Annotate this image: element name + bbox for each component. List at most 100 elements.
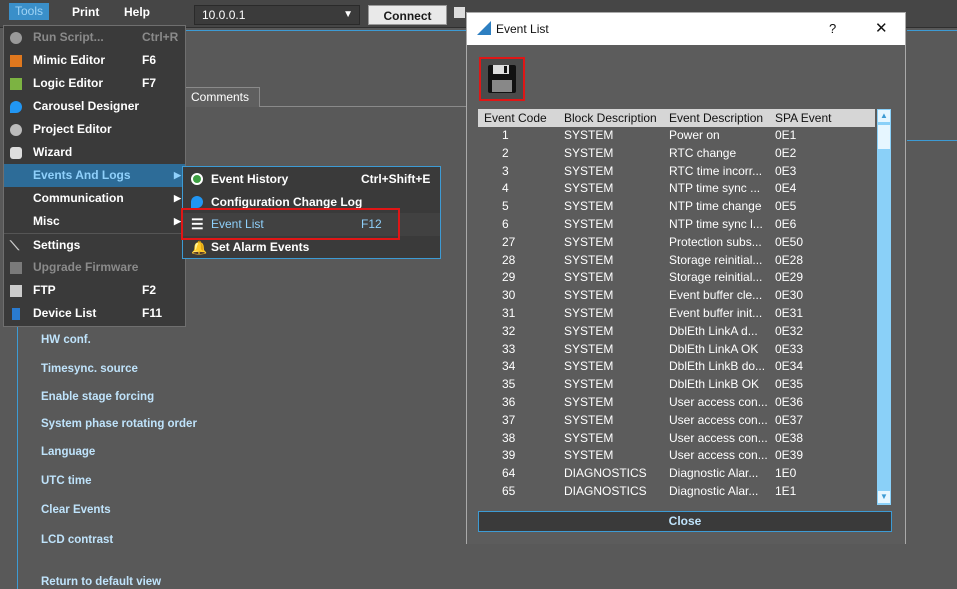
close-icon[interactable]: ✕ bbox=[875, 19, 888, 37]
menu-item-event-history[interactable]: Event History Ctrl+Shift+E bbox=[183, 168, 440, 191]
menu-item-settings[interactable]: ⟍ Settings bbox=[4, 233, 185, 256]
menu-item-logic-editor[interactable]: Logic Editor F7 bbox=[4, 72, 185, 95]
setting-utc-time[interactable]: UTC time bbox=[41, 475, 91, 487]
menu-item-device-list[interactable]: Device List F11 bbox=[4, 302, 185, 325]
table-cell: SYSTEM bbox=[564, 395, 614, 409]
table-row[interactable]: 35 SYSTEM DblEth LinkB OK 0E35 bbox=[478, 376, 875, 394]
setting-language[interactable]: Language bbox=[41, 446, 95, 458]
setting-clear-events[interactable]: Clear Events bbox=[41, 504, 111, 516]
wrench-icon: ⟍ bbox=[10, 238, 20, 253]
table-cell: 32 bbox=[502, 323, 516, 338]
menu-item-upgrade-firmware[interactable]: Upgrade Firmware bbox=[4, 256, 185, 279]
menu-item-carousel-designer[interactable]: Carousel Designer bbox=[4, 95, 185, 118]
ip-address-select[interactable]: 10.0.0.1 ▼ bbox=[194, 5, 360, 25]
gear-icon bbox=[10, 124, 22, 136]
logic-icon bbox=[10, 78, 22, 90]
menu-item-run-script[interactable]: Run Script... Ctrl+R bbox=[4, 26, 185, 49]
table-header: Event Code Block Description Event Descr… bbox=[478, 109, 875, 127]
table-cell: Diagnostic Alar... bbox=[669, 484, 759, 498]
setting-stage-forcing[interactable]: Enable stage forcing bbox=[41, 391, 154, 403]
table-row[interactable]: 34 SYSTEM DblEth LinkB do... 0E34 bbox=[478, 358, 875, 376]
setting-hw-conf[interactable]: HW conf. bbox=[41, 334, 91, 346]
table-cell: SYSTEM bbox=[564, 288, 614, 303]
table-row[interactable]: 33 SYSTEM DblEth LinkA OK 0E33 bbox=[478, 341, 875, 359]
table-row[interactable]: 30 SYSTEM Event buffer cle... 0E30 bbox=[478, 287, 875, 305]
close-button[interactable]: Close bbox=[478, 511, 892, 532]
table-row[interactable]: 39 SYSTEM User access con... 0E39 bbox=[478, 447, 875, 465]
ftp-icon bbox=[10, 285, 22, 297]
table-cell: DIAGNOSTICS bbox=[564, 484, 647, 498]
menu-item-misc[interactable]: Misc ▶ bbox=[4, 210, 185, 233]
table-row[interactable]: 4 SYSTEM NTP time sync ... 0E4 bbox=[478, 180, 875, 198]
table-cell: Diagnostic Alar... bbox=[669, 466, 759, 481]
save-button[interactable] bbox=[479, 57, 525, 101]
scroll-thumb[interactable] bbox=[878, 125, 890, 149]
scroll-up-icon[interactable]: ▲ bbox=[878, 110, 890, 122]
return-default-view-link[interactable]: Return to default view bbox=[41, 576, 161, 588]
menu-tools[interactable]: Tools bbox=[9, 3, 49, 20]
table-row[interactable]: 27 SYSTEM Protection subs... 0E50 bbox=[478, 234, 875, 252]
column-header[interactable]: SPA Event bbox=[775, 111, 831, 125]
table-row[interactable]: 28 SYSTEM Storage reinitial... 0E28 bbox=[478, 252, 875, 270]
table-cell: Storage reinitial... bbox=[669, 270, 763, 285]
table-row[interactable]: 36 SYSTEM User access con... 0E36 bbox=[478, 394, 875, 412]
tab-comments[interactable]: Comments bbox=[182, 87, 260, 107]
table-cell: 0E36 bbox=[775, 395, 804, 409]
table-cell: SYSTEM bbox=[564, 181, 614, 196]
table-cell: SYSTEM bbox=[564, 199, 614, 214]
menu-item-communication[interactable]: Communication ▶ bbox=[4, 187, 185, 210]
table-row[interactable]: 5 SYSTEM NTP time change 0E5 bbox=[478, 198, 875, 216]
table-row[interactable]: 37 SYSTEM User access con... 0E37 bbox=[478, 412, 875, 430]
table-cell: 3 bbox=[502, 163, 509, 178]
menu-item-wizard[interactable]: Wizard bbox=[4, 141, 185, 164]
menu-print[interactable]: Print bbox=[72, 5, 99, 19]
column-header[interactable]: Event Code bbox=[484, 111, 547, 125]
table-row[interactable]: 65 DIAGNOSTICS Diagnostic Alar... 1E1 bbox=[478, 483, 875, 501]
table-row[interactable]: 38 SYSTEM User access con... 0E38 bbox=[478, 430, 875, 448]
menu-item-project-editor[interactable]: Project Editor bbox=[4, 118, 185, 141]
highlight-frame bbox=[181, 208, 400, 240]
table-cell: SYSTEM bbox=[564, 163, 614, 178]
table-row[interactable]: 3 SYSTEM RTC time incorr... 0E3 bbox=[478, 163, 875, 181]
table-cell: 31 bbox=[502, 306, 516, 320]
table-row[interactable]: 6 SYSTEM NTP time sync l... 0E6 bbox=[478, 216, 875, 234]
menu-item-ftp[interactable]: FTP F2 bbox=[4, 279, 185, 302]
column-header[interactable]: Event Description bbox=[669, 111, 763, 125]
column-header[interactable]: Block Description bbox=[564, 111, 657, 125]
menu-item-events-and-logs[interactable]: Events And Logs ▶ bbox=[4, 164, 185, 187]
menu-item-mimic-editor[interactable]: Mimic Editor F6 bbox=[4, 49, 185, 72]
table-cell: SYSTEM bbox=[564, 128, 614, 142]
table-row[interactable]: 29 SYSTEM Storage reinitial... 0E29 bbox=[478, 269, 875, 287]
table-cell: Protection subs... bbox=[669, 234, 762, 249]
help-button[interactable]: ? bbox=[829, 21, 836, 36]
table-row[interactable]: 31 SYSTEM Event buffer init... 0E31 bbox=[478, 305, 875, 323]
table-cell: Event buffer init... bbox=[669, 306, 763, 320]
table-row[interactable]: 64 DIAGNOSTICS Diagnostic Alar... 1E0 bbox=[478, 465, 875, 483]
table-cell: 0E34 bbox=[775, 359, 804, 374]
dialog-titlebar: Event List ? ✕ bbox=[467, 13, 905, 45]
connect-button[interactable]: Connect bbox=[368, 5, 447, 25]
vertical-scrollbar[interactable]: ▲ ▼ bbox=[877, 109, 891, 505]
floppy-disk-icon bbox=[488, 65, 516, 93]
menu-help[interactable]: Help bbox=[124, 5, 150, 19]
table-row[interactable]: 1 SYSTEM Power on 0E1 bbox=[478, 127, 875, 145]
scroll-down-icon[interactable]: ▼ bbox=[878, 491, 890, 503]
table-cell: 0E1 bbox=[775, 128, 797, 142]
setting-phase-rotating-order[interactable]: System phase rotating order bbox=[41, 418, 197, 430]
mimic-icon bbox=[10, 55, 22, 67]
setting-timesync-source[interactable]: Timesync. source bbox=[41, 363, 138, 375]
table-cell: SYSTEM bbox=[564, 217, 614, 231]
table-cell: 37 bbox=[502, 412, 516, 427]
option-checkbox[interactable] bbox=[454, 7, 465, 18]
table-row[interactable]: 32 SYSTEM DblEth LinkA d... 0E32 bbox=[478, 323, 875, 341]
setting-lcd-contrast[interactable]: LCD contrast bbox=[41, 534, 113, 546]
table-cell: 1E0 bbox=[775, 466, 797, 481]
table-cell: User access con... bbox=[669, 412, 768, 427]
table-cell: 0E50 bbox=[775, 234, 804, 249]
table-row[interactable]: 2 SYSTEM RTC change 0E2 bbox=[478, 145, 875, 163]
table-cell: 6 bbox=[502, 217, 509, 231]
dialog-title: Event List bbox=[496, 22, 549, 36]
circle-icon bbox=[10, 32, 22, 44]
chevron-right-icon: ▶ bbox=[174, 193, 181, 203]
table-cell: SYSTEM bbox=[564, 306, 614, 320]
